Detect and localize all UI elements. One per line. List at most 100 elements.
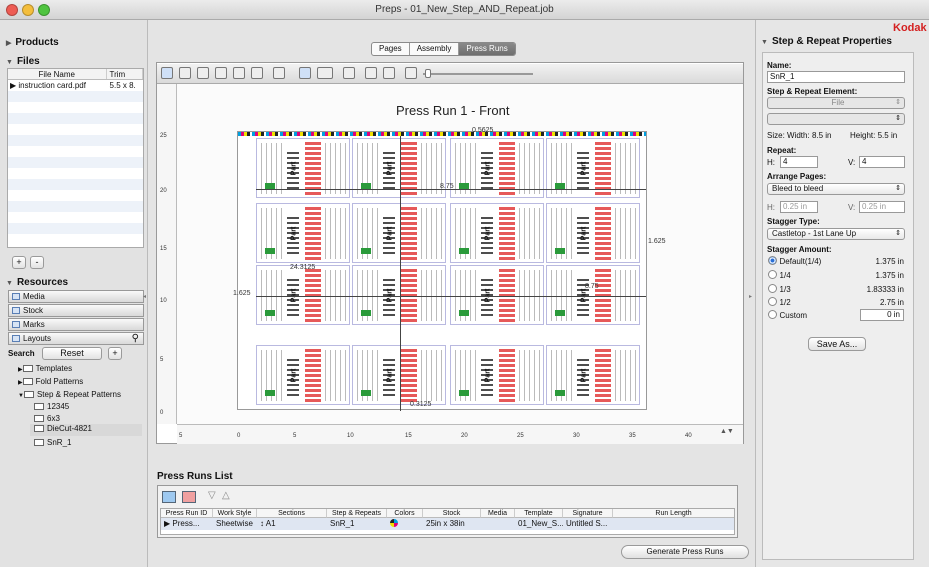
stagger-option-custom[interactable]: Custom	[768, 310, 807, 320]
step-repeat-cell[interactable]: Part	[352, 345, 446, 405]
column-header[interactable]: Stock	[423, 509, 481, 518]
stagger-option-quarter[interactable]: 1/4	[768, 270, 791, 280]
step-repeat-cell[interactable]: Part	[546, 203, 640, 263]
resources-section-header[interactable]: ▼ Resources	[6, 277, 68, 288]
tree-item-fold-patterns[interactable]: ▶ Fold Patterns	[18, 377, 83, 388]
work-style-cell[interactable]: Sheetwise	[213, 518, 257, 530]
tree-item-diecut-4821[interactable]: DieCut-4821	[30, 424, 142, 436]
column-header[interactable]: Template	[515, 509, 563, 518]
step-repeat-cell[interactable]: Part	[256, 203, 350, 263]
arrange-pages-select[interactable]: Bleed to bleed ⇕	[767, 183, 905, 195]
reset-button[interactable]: Reset	[42, 347, 102, 360]
step-repeat-cell[interactable]: Part	[256, 265, 350, 325]
tab-pages[interactable]: Pages	[372, 43, 410, 55]
tree-item-6x3[interactable]: 6x3	[34, 414, 60, 424]
marks-resource-button[interactable]: Marks	[8, 318, 144, 331]
hand-icon[interactable]	[215, 67, 227, 79]
column-header[interactable]: Work Style	[213, 509, 257, 518]
column-header-trim[interactable]: Trim	[107, 69, 143, 79]
move-down-icon[interactable]: ▽	[208, 490, 216, 501]
step-repeat-cell[interactable]: Part	[450, 203, 544, 263]
gap-v-field[interactable]: 0.25 in	[859, 201, 905, 213]
repeat-v-field[interactable]: 4	[859, 156, 905, 168]
layouts-resource-button[interactable]: Layouts ⚲	[8, 332, 144, 345]
element-select[interactable]: File ⇕	[767, 97, 905, 109]
stagger-option-half[interactable]: 1/2	[768, 297, 791, 307]
repeat-h-field[interactable]: 4	[780, 156, 818, 168]
add-resource-button[interactable]: +	[108, 347, 122, 360]
column-header[interactable]: Step & Repeats	[327, 509, 387, 518]
stagger-type-select[interactable]: Castletop - 1st Lane Up ⇕	[767, 228, 905, 240]
ruler-icon[interactable]	[317, 67, 333, 79]
file-row[interactable]: ▶ instruction card.pdf 5.5 x 8.	[8, 80, 143, 91]
step-repeat-cell[interactable]: Part	[546, 345, 640, 405]
tree-item-templates[interactable]: ▶ Templates	[18, 364, 72, 375]
add-file-button[interactable]: +	[12, 256, 26, 269]
stock-resource-button[interactable]: Stock	[8, 304, 144, 317]
run-length-cell[interactable]	[613, 518, 734, 530]
close-window-button[interactable]	[6, 4, 18, 16]
save-as-button[interactable]: Save As...	[808, 337, 866, 351]
stagger-option-third[interactable]: 1/3	[768, 284, 791, 294]
step-repeat-properties-header[interactable]: ▼ Step & Repeat Properties	[761, 36, 892, 47]
distribute-icon[interactable]	[383, 67, 395, 79]
zoom-slider-thumb[interactable]	[425, 69, 431, 78]
step-repeat-cell[interactable]: Part	[450, 345, 544, 405]
remove-file-button[interactable]: -	[30, 256, 44, 269]
step-repeat-cell[interactable]: Part	[256, 345, 350, 405]
add-press-run-icon[interactable]	[162, 491, 176, 503]
stagger-option-default[interactable]: Default(1/4)	[768, 256, 821, 266]
panel-splitter-icon[interactable]: ▸	[749, 293, 752, 300]
rotate-icon[interactable]	[343, 67, 355, 79]
element-sub-select[interactable]: ⇕	[767, 113, 905, 125]
files-section-header[interactable]: ▼ Files	[6, 56, 40, 67]
move-up-icon[interactable]: △	[222, 490, 230, 501]
column-header[interactable]: Signature	[563, 509, 613, 518]
press-run-row[interactable]: ▶ Press... Sheetwise ↕ A1 SnR_1 25in x 3…	[161, 518, 734, 530]
step-repeat-cell[interactable]: Part	[352, 265, 446, 325]
tab-press-runs[interactable]: Press Runs	[459, 43, 515, 55]
select-arrow-icon[interactable]	[161, 67, 173, 79]
radio-button[interactable]	[768, 310, 777, 319]
column-header[interactable]: Run Length	[613, 509, 734, 518]
sections-cell[interactable]: ↕ A1	[257, 518, 327, 530]
radio-button[interactable]	[768, 297, 777, 306]
resize-handle-icon[interactable]: ▲▼	[720, 428, 734, 435]
delete-press-run-icon[interactable]	[182, 491, 196, 503]
search-icon[interactable]: ⚲	[132, 333, 139, 344]
zoom-icon[interactable]	[233, 67, 245, 79]
tree-item-snr-1[interactable]: SnR_1	[34, 438, 71, 448]
products-section-header[interactable]: ▶ Products	[6, 37, 59, 48]
radio-button[interactable]	[768, 284, 777, 293]
column-header[interactable]: Colors	[387, 509, 423, 518]
direct-select-icon[interactable]	[179, 67, 191, 79]
column-header[interactable]: Press Run ID	[161, 509, 213, 518]
name-field[interactable]: SnR_1	[767, 71, 905, 83]
layout-grid-icon[interactable]	[251, 67, 263, 79]
gap-h-field[interactable]: 0.25 in	[780, 201, 818, 213]
panel-splitter-icon[interactable]: ◂	[143, 293, 146, 300]
tree-item-12345[interactable]: 12345	[34, 402, 69, 412]
minimize-window-button[interactable]	[22, 4, 34, 16]
step-repeat-cell[interactable]: Part	[450, 265, 544, 325]
press-runs-table[interactable]: Press Run ID Work Style Sections Step & …	[160, 508, 735, 535]
column-header[interactable]: Media	[481, 509, 515, 518]
zoom-window-button[interactable]	[38, 4, 50, 16]
generate-press-runs-button[interactable]: Generate Press Runs	[621, 545, 749, 559]
radio-button[interactable]	[768, 256, 777, 265]
media-resource-button[interactable]: Media	[8, 290, 144, 303]
zoom-slider[interactable]	[423, 73, 533, 75]
tree-item-step-repeat-patterns[interactable]: ▼ Step & Repeat Patterns	[18, 390, 121, 401]
marks-tool-icon[interactable]	[273, 67, 285, 79]
step-repeat-cell[interactable]: Part	[352, 203, 446, 263]
preview-icon[interactable]	[299, 67, 311, 79]
column-header-file-name[interactable]: File Name	[8, 69, 107, 79]
radio-button[interactable]	[768, 270, 777, 279]
fit-icon[interactable]	[405, 67, 417, 79]
align-icon[interactable]	[365, 67, 377, 79]
files-table[interactable]: File Name Trim ▶ instruction card.pdf 5.…	[7, 68, 144, 248]
step-repeat-cell[interactable]: Part	[546, 265, 640, 325]
column-header[interactable]: Sections	[257, 509, 327, 518]
custom-stagger-field[interactable]: 0 in	[860, 309, 904, 321]
tab-assembly[interactable]: Assembly	[410, 43, 460, 55]
